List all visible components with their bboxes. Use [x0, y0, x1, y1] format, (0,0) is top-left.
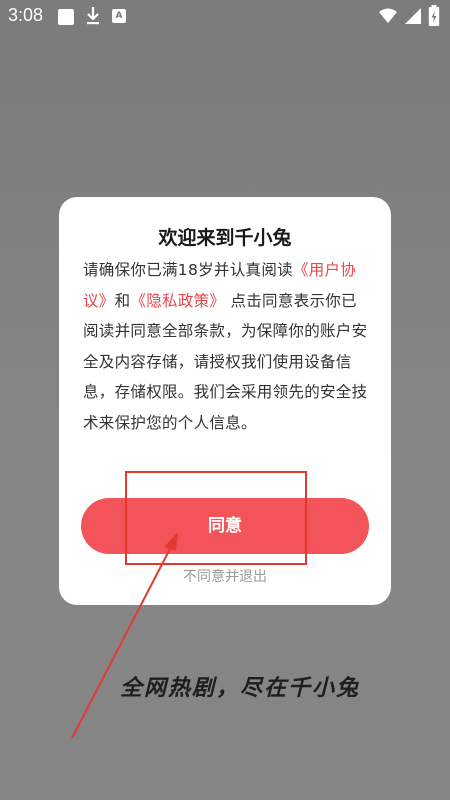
- signal-icon: [404, 7, 422, 29]
- slogan-text: 全网热剧，尽在千小兔: [119, 676, 360, 701]
- wifi-icon: [378, 7, 398, 29]
- battery-charging-icon: [428, 5, 440, 31]
- body-suffix: 点击同意表示你已阅读并同意全部条款，为保障你的账户安全及内容存储，请授权我们使用…: [83, 291, 368, 432]
- download-icon: [85, 5, 101, 31]
- app-screen: 3:08 A 欢迎来到千小兔 请确保你已满18岁并认真阅读《用户协议》和《隐私政…: [0, 0, 450, 800]
- body-prefix: 请确保你已满18岁并认真阅读: [83, 261, 293, 279]
- dialog-body: 请确保你已满18岁并认真阅读《用户协议》和《隐私政策》 点击同意表示你已阅读并同…: [83, 255, 371, 438]
- and-text: 和: [114, 291, 131, 310]
- dialog-title: 欢迎来到千小兔: [158, 227, 292, 249]
- status-right-icons: [378, 5, 440, 31]
- annotation-highlight-box: [125, 471, 307, 565]
- notification-box-icon: [58, 9, 74, 25]
- status-bar: 3:08 A: [0, 0, 450, 34]
- a-badge-icon: A: [112, 9, 126, 23]
- status-time: 3:08: [8, 5, 44, 25]
- privacy-policy-link[interactable]: 《隐私政策》: [130, 292, 225, 310]
- disagree-exit-link[interactable]: 不同意并退出: [59, 566, 391, 586]
